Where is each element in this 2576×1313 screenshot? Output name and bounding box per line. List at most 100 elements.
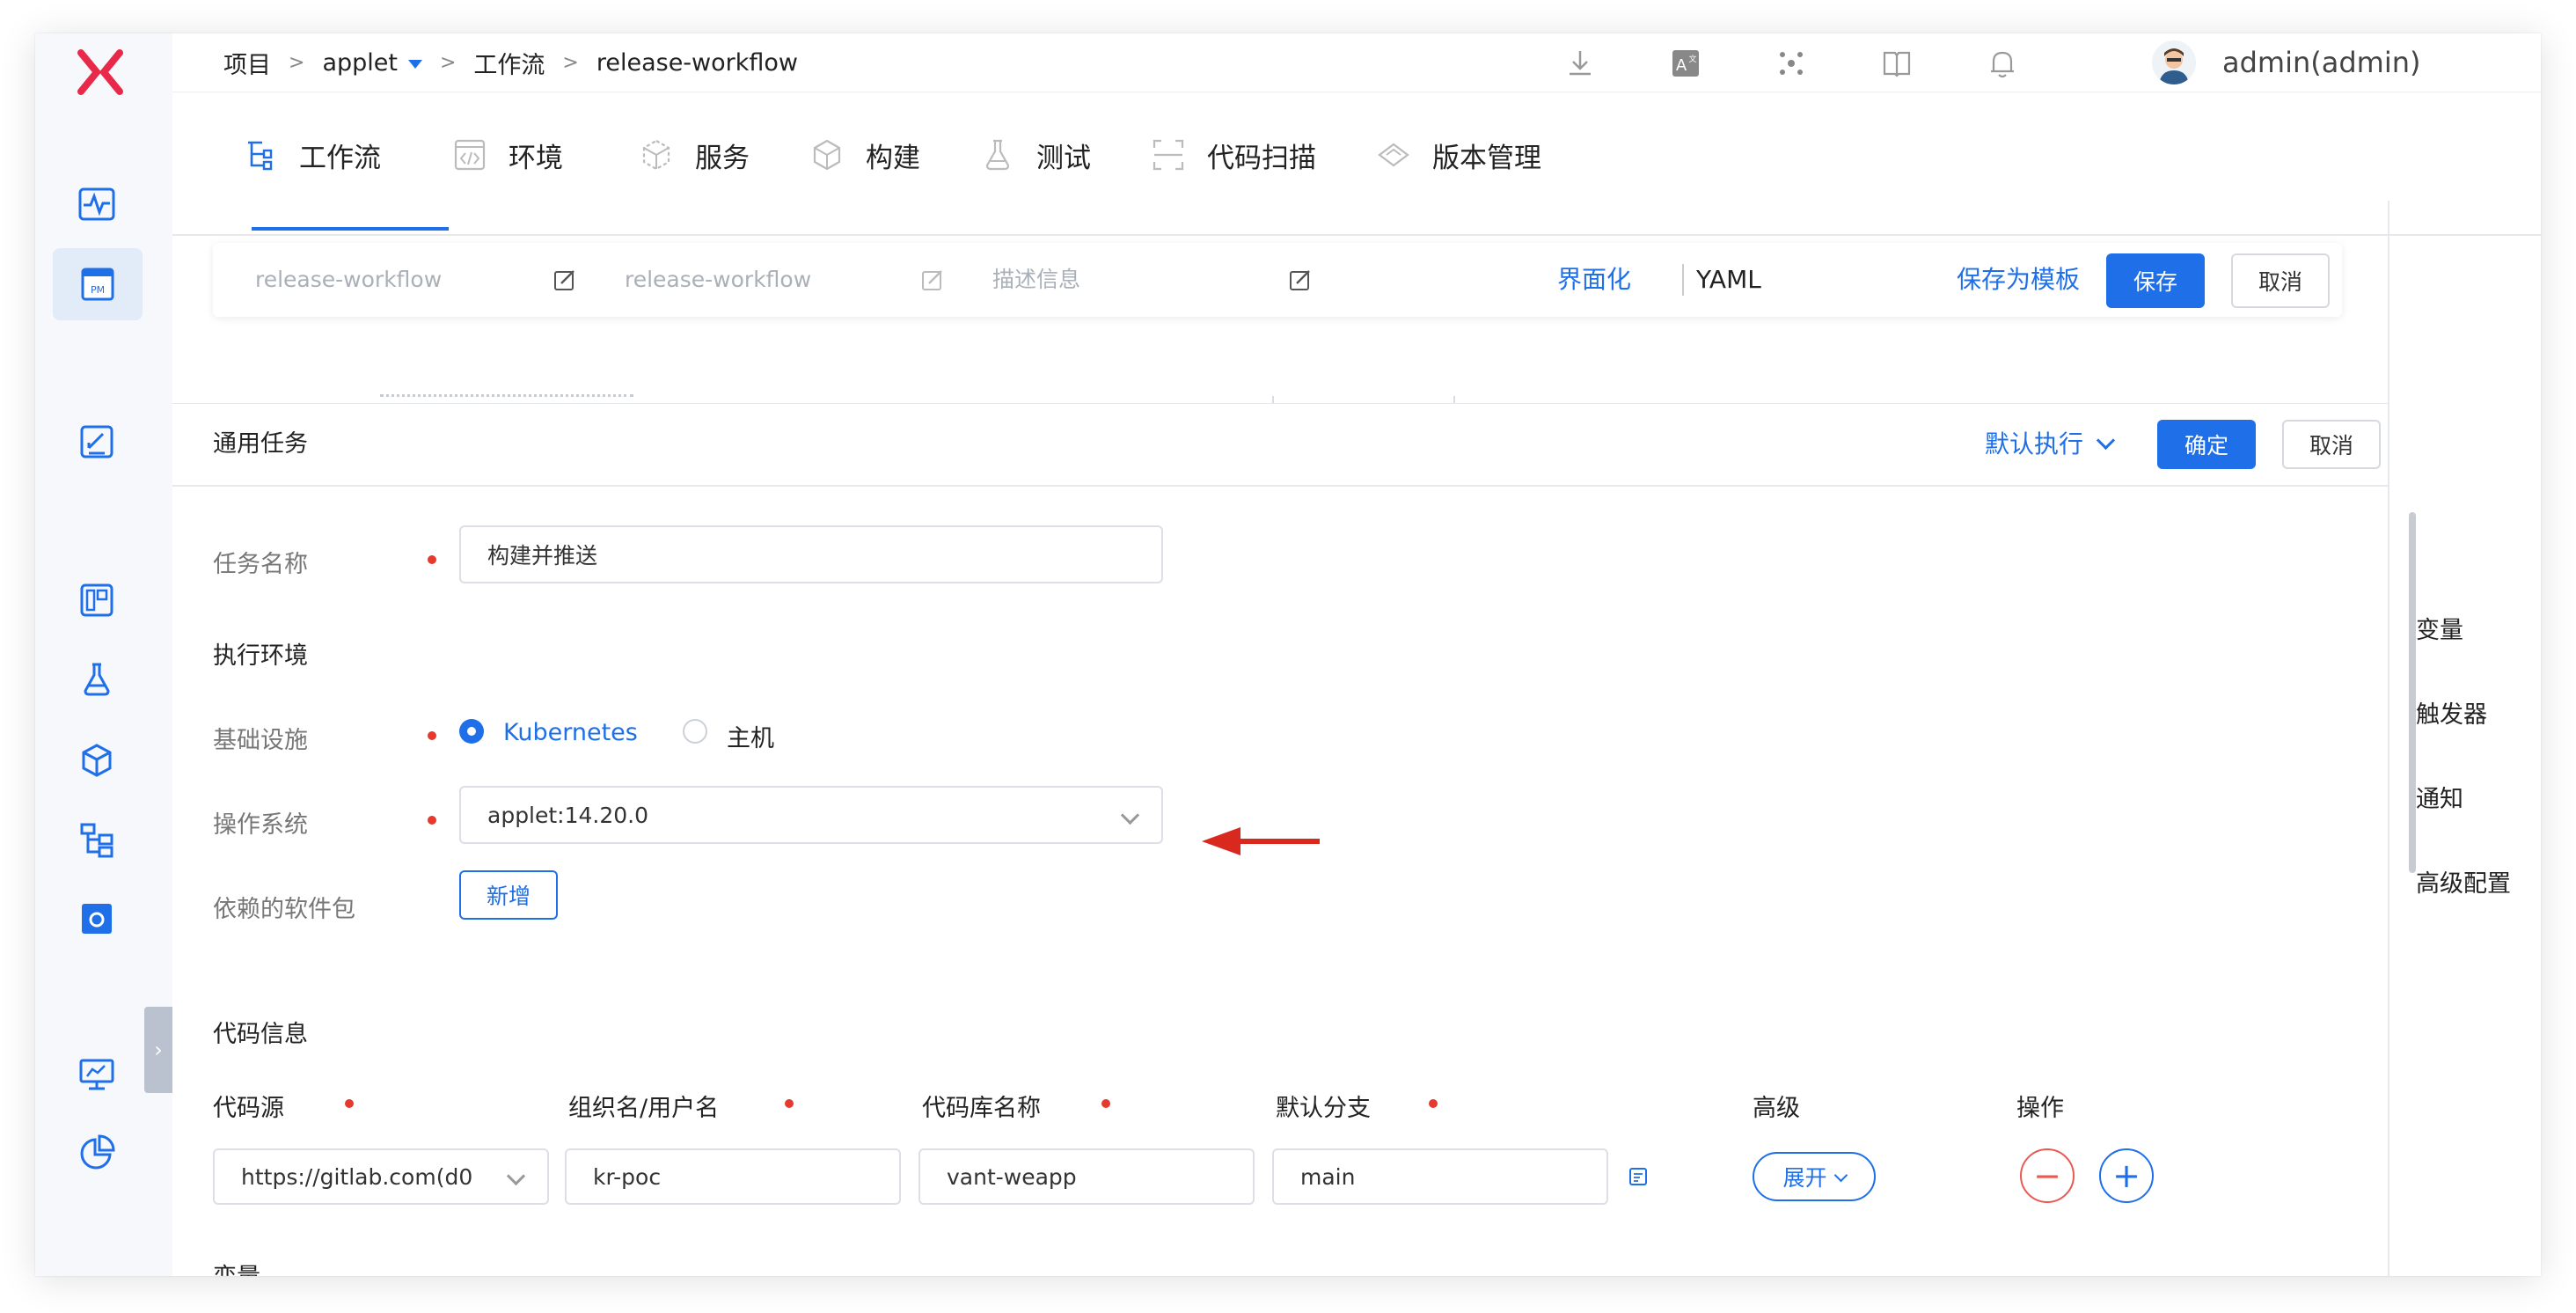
mode-ui-link[interactable]: 界面化: [1557, 243, 1631, 317]
tab-environment[interactable]: 环境: [452, 128, 563, 181]
infra-label: 基础设施: [213, 727, 308, 754]
side-nav-triggers[interactable]: 触发器: [2416, 695, 2487, 730]
col-branch: 默认分支: [1276, 1095, 1371, 1122]
package-icon[interactable]: [69, 732, 125, 789]
top-bar: 项目 > applet > 工作流 > release-workflow A文 …: [172, 33, 2541, 92]
tab-service[interactable]: 服务: [639, 128, 750, 181]
task-panel-header: 通用任务 默认执行 确定 取消: [172, 404, 2388, 487]
org-input[interactable]: kr-poc: [565, 1148, 901, 1205]
breadcrumb-project[interactable]: 项目: [223, 46, 271, 80]
translate-icon[interactable]: A文: [1668, 46, 1703, 81]
repo-value: vant-weapp: [947, 1163, 1077, 1190]
side-nav-notifications[interactable]: 通知: [2416, 780, 2463, 814]
infra-kubernetes-radio[interactable]: [459, 719, 484, 744]
task-name-label: 任务名称: [213, 551, 308, 578]
breadcrumb-workflow[interactable]: 工作流: [473, 46, 545, 80]
breadcrumb-workflow-name: release-workflow: [596, 48, 798, 77]
dashboard-icon[interactable]: [69, 572, 125, 628]
rail-expand-chevron-icon[interactable]: ›: [144, 1007, 172, 1093]
box-icon: [813, 139, 841, 171]
add-dependency-button[interactable]: 新增: [459, 870, 558, 920]
settings-box-icon[interactable]: [69, 891, 125, 947]
user-name[interactable]: admin(admin): [2222, 33, 2421, 92]
variables-heading: 变量: [213, 1258, 260, 1276]
workflow-name-field[interactable]: release-workflow: [255, 243, 442, 317]
branch-input[interactable]: main: [1272, 1148, 1608, 1205]
book-icon[interactable]: [1879, 46, 1914, 81]
edit-description-icon[interactable]: [1288, 268, 1313, 292]
side-nav-variables[interactable]: 变量: [2416, 611, 2463, 645]
tab-workflow[interactable]: 工作流: [243, 128, 381, 181]
canvas-dashed-outline: [380, 394, 633, 397]
user-avatar[interactable]: [2152, 40, 2196, 84]
workflow-description-field[interactable]: 描述信息: [992, 243, 1080, 317]
os-select[interactable]: applet:14.20.0: [459, 786, 1163, 844]
workflow-display-name-field[interactable]: release-workflow: [625, 243, 811, 317]
tab-version[interactable]: 版本管理: [1376, 128, 1541, 181]
tab-build[interactable]: 构建: [809, 128, 920, 181]
chevron-down-icon: [2096, 430, 2116, 451]
required-marker: [345, 1099, 354, 1108]
download-icon[interactable]: [1562, 46, 1598, 81]
panel-scrollbar[interactable]: [2409, 512, 2416, 873]
pie-chart-icon[interactable]: [69, 1125, 125, 1181]
cancel-button[interactable]: 取消: [2231, 253, 2330, 308]
bell-icon[interactable]: [1985, 46, 2020, 81]
presentation-monitor-icon[interactable]: [69, 1045, 125, 1102]
mode-yaml-link[interactable]: YAML: [1696, 243, 1761, 317]
panel-cancel-button[interactable]: 取消: [2282, 420, 2381, 469]
edit-name-icon[interactable]: [553, 268, 577, 292]
tab-test[interactable]: 测试: [980, 128, 1091, 181]
required-marker: [428, 816, 436, 825]
task-panel-title: 通用任务: [213, 430, 308, 458]
svg-text:PM: PM: [91, 284, 105, 296]
plugins-dots-icon[interactable]: [1774, 46, 1809, 81]
exec-mode-dropdown[interactable]: 默认执行: [1985, 404, 2116, 485]
required-marker: [1429, 1099, 1438, 1108]
chevron-down-icon: [1120, 805, 1140, 825]
minus-icon: −: [2033, 1156, 2061, 1195]
edit-display-name-icon[interactable]: [920, 268, 945, 292]
save-button[interactable]: 保存: [2106, 253, 2205, 308]
edit-doc-icon[interactable]: [69, 414, 125, 470]
confirm-button[interactable]: 确定: [2157, 420, 2256, 469]
deps-label: 依赖的软件包: [213, 896, 355, 923]
zadig-logo-icon[interactable]: [72, 44, 128, 100]
tab-label: 测试: [1036, 142, 1091, 174]
infra-host-label[interactable]: 主机: [727, 719, 774, 753]
monitor-pulse-icon[interactable]: [69, 176, 125, 232]
code-source-select[interactable]: https://gitlab.com(d0: [213, 1148, 549, 1205]
required-marker: [428, 555, 436, 564]
chevron-down-icon: [506, 1166, 526, 1186]
infra-host-radio[interactable]: [683, 719, 707, 744]
advanced-expand-button[interactable]: 展开: [1753, 1152, 1876, 1201]
flask-icon[interactable]: [69, 651, 125, 708]
plus-icon: +: [2112, 1156, 2141, 1195]
repo-input[interactable]: vant-weapp: [918, 1148, 1255, 1205]
tab-label: 版本管理: [1432, 142, 1541, 174]
side-nav-advanced[interactable]: 高级配置: [2416, 864, 2511, 899]
tab-label: 工作流: [299, 142, 381, 174]
task-name-input[interactable]: 构建并推送: [459, 525, 1163, 583]
left-rail: PM ›: [35, 33, 172, 1276]
os-value: applet:14.20.0: [487, 802, 649, 828]
org-value: kr-poc: [593, 1163, 662, 1190]
infra-kubernetes-label[interactable]: Kubernetes: [503, 719, 638, 746]
col-source: 代码源: [213, 1095, 284, 1122]
annotation-arrow-icon: [1202, 827, 1320, 855]
code-icon: [454, 139, 486, 171]
tree-structure-icon[interactable]: [69, 811, 125, 868]
required-marker: [1101, 1099, 1110, 1108]
tab-label: 服务: [695, 142, 750, 174]
project-pm-icon[interactable]: PM: [53, 248, 143, 320]
breadcrumb-separator: >: [562, 51, 579, 74]
remove-repo-button[interactable]: −: [2020, 1148, 2075, 1203]
add-repo-button[interactable]: +: [2099, 1148, 2154, 1203]
project-dropdown-caret-icon[interactable]: [407, 60, 422, 69]
branch-info-icon[interactable]: [1628, 1166, 1649, 1187]
required-marker: [785, 1099, 794, 1108]
chevron-down-icon: [1833, 1168, 1848, 1182]
breadcrumb-project-name[interactable]: applet: [322, 49, 398, 77]
tab-code-scan[interactable]: 代码扫描: [1151, 128, 1316, 181]
save-as-template-link[interactable]: 保存为模板: [1957, 243, 2080, 317]
